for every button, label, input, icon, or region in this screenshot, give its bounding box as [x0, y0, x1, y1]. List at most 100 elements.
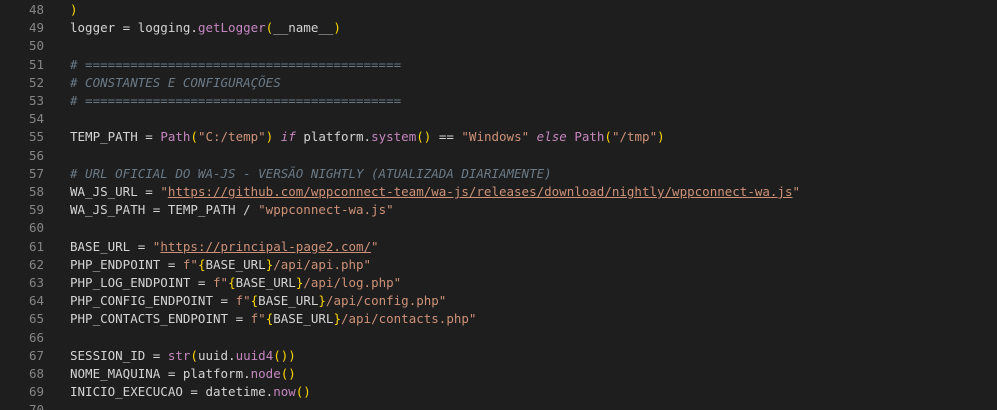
code-token: } — [333, 311, 341, 327]
code-line[interactable]: 52 # CONSTANTES E CONFIGURAÇÕES — [0, 74, 997, 92]
code-token: SESSION_ID = — [70, 347, 168, 363]
code-token: f" — [213, 275, 229, 290]
code-token: ) — [70, 2, 78, 17]
line-number: 50 — [28, 38, 44, 54]
code-line[interactable]: 62 PHP_ENDPOINT = f"{BASE_URL}/api/api.ph… — [0, 256, 997, 274]
code-token: # ======================================… — [70, 56, 402, 72]
code-line[interactable]: 55 TEMP_PATH = Path("C:/temp") if platfor… — [0, 128, 997, 146]
line-number: 63 — [28, 275, 44, 290]
code-line[interactable]: 70 — [0, 401, 997, 410]
code-line[interactable]: 49 logger = logging.getLogger(__name__) — [0, 19, 997, 37]
code-line[interactable]: 51 # ====================================… — [0, 56, 997, 74]
code-token: # ======================================… — [70, 93, 402, 108]
code-line[interactable]: 61 BASE_URL = "https://principal-page2.co… — [0, 238, 997, 256]
code-line[interactable]: 66 — [0, 329, 997, 347]
code-token: else — [536, 129, 567, 145]
code-token: ( — [190, 129, 198, 145]
code-text: # CONSTANTES E CONFIGURAÇÕES — [70, 74, 281, 92]
code-token: BASE_URL — [273, 311, 334, 327]
code-line[interactable]: 68 NOME_MAQUINA = platform.node() — [0, 365, 997, 383]
code-token: system — [371, 129, 417, 145]
code-token: " — [160, 184, 168, 199]
code-token: Path — [574, 129, 605, 145]
code-text: # ======================================… — [70, 56, 401, 74]
code-token: () — [295, 384, 311, 400]
code-token: == — [431, 129, 462, 145]
code-line[interactable]: 54 — [0, 110, 997, 128]
code-line[interactable]: 58 WA_JS_URL = "https://github.com/wppcon… — [0, 183, 997, 201]
code-token: /api/config.php" — [325, 293, 447, 309]
code-token: "/tmp" — [611, 129, 658, 145]
code-text: PHP_ENDPOINT = f"{BASE_URL}/api/api.php" — [70, 256, 371, 274]
code-token: f" — [250, 311, 266, 327]
line-number: 69 — [28, 384, 44, 400]
code-line[interactable]: 63 PHP_LOG_ENDPOINT = f"{BASE_URL}/api/lo… — [0, 274, 997, 292]
code-token: TEMP_PATH = — [70, 129, 161, 145]
code-token: f" — [182, 256, 198, 272]
code-text: TEMP_PATH = Path("C:/temp") if platform.… — [70, 128, 665, 146]
code-line[interactable]: 57 # URL OFICIAL DO WA-JS - VERSÃO NIGHTL… — [0, 165, 997, 183]
code-token: ) — [288, 347, 296, 363]
line-number: 61 — [28, 238, 44, 254]
line-number: 58 — [28, 184, 44, 199]
code-line[interactable]: 48) — [0, 1, 997, 19]
code-token: getLogger — [197, 20, 266, 36]
code-token: ) — [333, 20, 341, 36]
code-line[interactable]: 65 PHP_CONTACTS_ENDPOINT = f"{BASE_URL}/a… — [0, 310, 997, 328]
code-token: BASE_URL — [235, 275, 296, 290]
code-token: WA_JS_URL = — [70, 184, 161, 199]
code-token: () — [273, 347, 289, 363]
code-text: INICIO_EXECUCAO = datetime.now() — [70, 383, 311, 401]
code-token: BASE_URL — [258, 293, 319, 309]
line-number: 49 — [28, 20, 44, 36]
code-token: platform. — [295, 129, 372, 145]
code-token: NOME_MAQUINA = platform. — [70, 366, 251, 381]
code-line[interactable]: 69 INICIO_EXECUCAO = datetime.now() — [0, 383, 997, 401]
line-number: 56 — [28, 147, 44, 163]
code-editor[interactable]: 48) 49 logger = logging.getLogger(__name__… — [0, 0, 997, 410]
code-token: " — [371, 238, 379, 254]
line-number: 55 — [28, 129, 44, 145]
code-text: PHP_CONTACTS_ENDPOINT = f"{BASE_URL}/api… — [70, 310, 476, 328]
line-number: 62 — [28, 256, 44, 272]
line-number: 59 — [28, 202, 44, 218]
line-number: 65 — [28, 311, 44, 327]
code-line[interactable]: 56 — [0, 147, 997, 165]
code-text: # ======================================… — [70, 92, 401, 110]
code-text: # URL OFICIAL DO WA-JS - VERSÃO NIGHTLY … — [70, 165, 552, 183]
code-token: "C:/temp" — [197, 129, 266, 145]
code-text: logger = logging.getLogger(__name__) — [70, 19, 341, 37]
code-line[interactable]: 67 SESSION_ID = str(uuid.uuid4()) — [0, 347, 997, 365]
code-text: WA_JS_PATH = TEMP_PATH / "wppconnect-wa.… — [70, 201, 394, 219]
code-line[interactable]: 50 — [0, 37, 997, 55]
code-token: PHP_LOG_ENDPOINT = — [70, 275, 213, 290]
code-line[interactable]: 60 — [0, 219, 997, 237]
code-token: BASE_URL = — [70, 238, 153, 254]
code-token: PHP_ENDPOINT = — [70, 256, 183, 272]
code-token: # CONSTANTES E CONFIGURAÇÕES — [70, 74, 281, 90]
code-token: WA_JS_PATH = TEMP_PATH / — [70, 202, 259, 218]
code-line[interactable]: 59 WA_JS_PATH = TEMP_PATH / "wppconnect-w… — [0, 201, 997, 219]
code-text: PHP_LOG_ENDPOINT = f"{BASE_URL}/api/log.… — [70, 274, 401, 292]
code-token: # URL OFICIAL DO WA-JS - VERSÃO NIGHTLY … — [70, 165, 552, 181]
line-number: 64 — [28, 293, 44, 309]
code-token: str — [167, 347, 191, 363]
code-text: BASE_URL = "https://principal-page2.com/… — [70, 238, 379, 256]
code-token: node — [250, 366, 281, 381]
code-token: uuid4 — [235, 347, 274, 363]
code-token: f" — [235, 293, 251, 309]
line-number: 51 — [28, 56, 44, 72]
code-token: if — [280, 129, 296, 145]
code-token: () — [280, 366, 296, 381]
code-token: Path — [160, 129, 191, 145]
code-token: " — [792, 184, 801, 199]
code-token: uuid. — [197, 347, 236, 363]
code-token: __name__ — [273, 20, 334, 36]
code-token: https://github.com/wppconnect-team/wa-js… — [167, 184, 793, 199]
code-line[interactable]: 64 PHP_CONFIG_ENDPOINT = f"{BASE_URL}/api… — [0, 292, 997, 310]
code-token: ) — [657, 129, 665, 145]
line-number: 54 — [28, 111, 44, 127]
code-line[interactable]: 53 # ====================================… — [0, 92, 997, 110]
